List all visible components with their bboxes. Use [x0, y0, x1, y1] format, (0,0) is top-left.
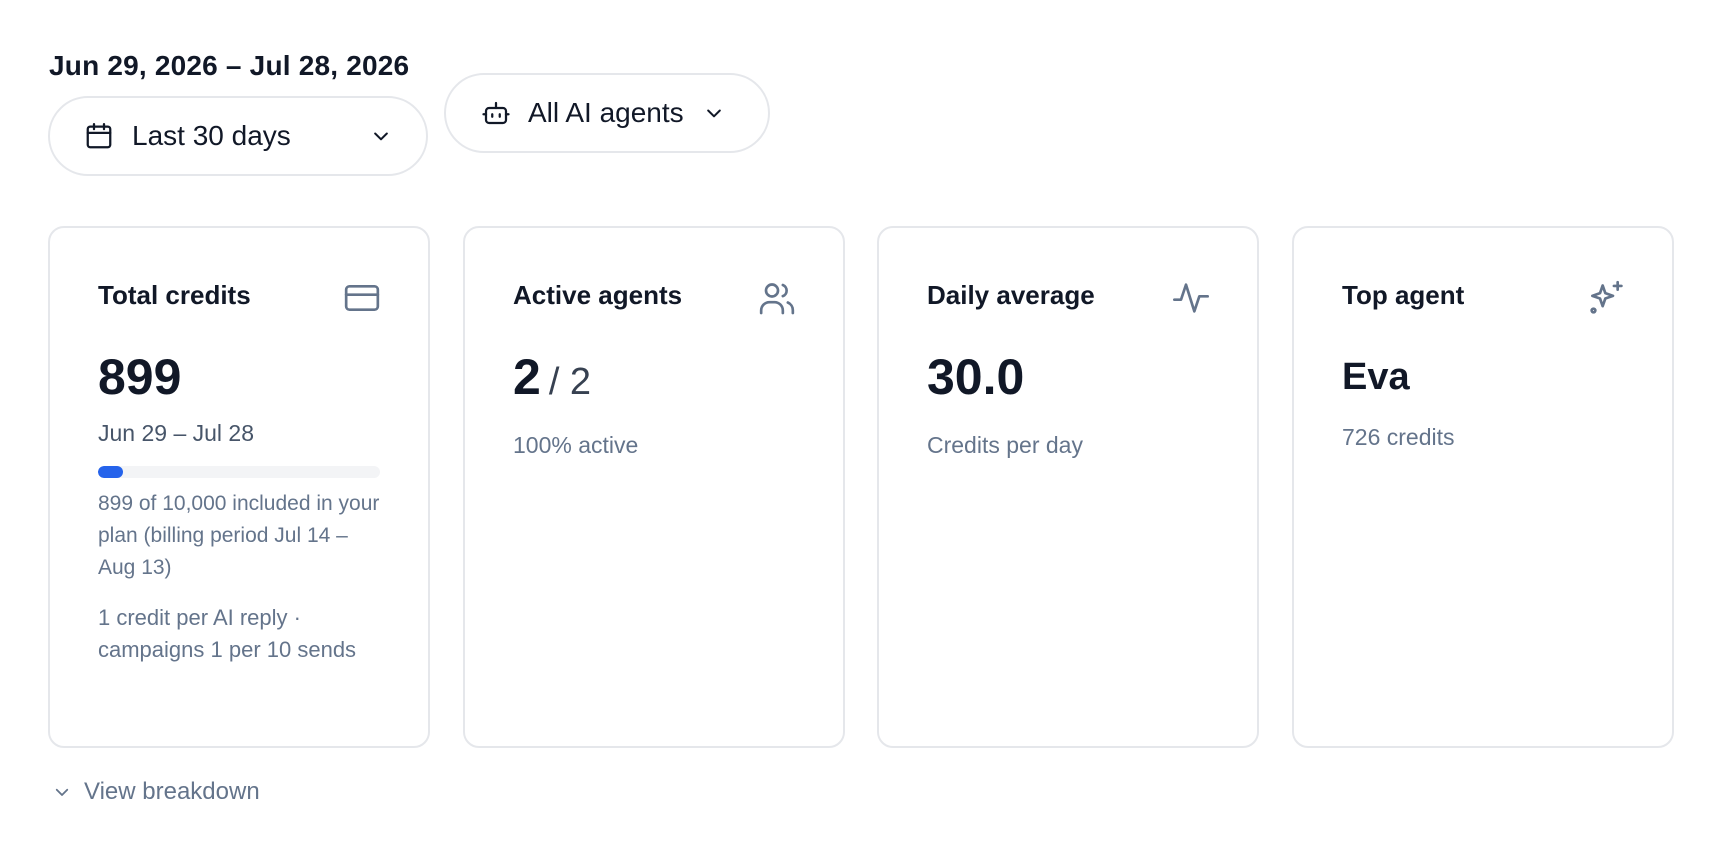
view-breakdown-toggle[interactable]: View breakdown: [52, 778, 260, 806]
top-agent-name: Eva: [1342, 356, 1410, 398]
calendar-icon: [84, 121, 114, 151]
date-range-title: Jun 29, 2026 – Jul 28, 2026: [49, 50, 410, 81]
top-agent-card: Top agent Eva 726 credits: [1292, 226, 1674, 748]
active-agents-note: 100% active: [513, 432, 639, 458]
card-title: Active agents: [513, 280, 683, 310]
agent-filter-label: All AI agents: [528, 97, 684, 128]
usage-page: Jun 29, 2026 – Jul 28, 2026 Last 30 days: [0, 0, 1712, 850]
card-title: Total credits: [98, 280, 251, 310]
users-icon: [757, 278, 797, 318]
active-agents-count: 2: [513, 349, 541, 405]
total-credits-card: Total credits 899 Jun 29 – Jul 28 899 of…: [48, 226, 430, 748]
card-title: Top agent: [1342, 280, 1465, 310]
top-agent-credits: 726 credits: [1342, 424, 1455, 450]
sparkles-icon: [1586, 278, 1626, 318]
chevron-down-icon: [52, 782, 72, 802]
chevron-down-icon: [703, 102, 725, 124]
daily-average-card: Daily average 30.0 Credits per day: [877, 226, 1259, 748]
daily-average-value: 30.0: [927, 349, 1025, 405]
chevron-down-icon: [370, 125, 392, 147]
view-breakdown-label: View breakdown: [84, 778, 260, 805]
daily-average-note: Credits per day: [927, 432, 1083, 458]
robot-icon: [481, 98, 511, 128]
credits-usage-note: 899 of 10,000 included in your plan (bil…: [98, 492, 380, 579]
credits-usage-bar: [98, 466, 380, 478]
total-agents-count: / 2: [548, 361, 592, 403]
credits-date-range: Jun 29 – Jul 28: [98, 420, 255, 446]
active-agents-card: Active agents 2/ 2 100% active: [463, 226, 845, 748]
date-range-dropdown[interactable]: Last 30 days: [48, 96, 428, 176]
active-agents-value: 2/ 2: [513, 352, 591, 402]
card-title: Daily average: [927, 280, 1095, 310]
credits-usage-fill: [98, 466, 124, 478]
total-credits-value: 899: [98, 349, 182, 405]
date-range-label: Last 30 days: [132, 120, 291, 151]
credit-card-icon: [342, 278, 382, 318]
agent-filter-dropdown[interactable]: All AI agents: [444, 73, 770, 153]
credits-pricing-note: 1 credit per AI reply · campaigns 1 per …: [98, 605, 357, 662]
activity-icon: [1171, 278, 1211, 318]
